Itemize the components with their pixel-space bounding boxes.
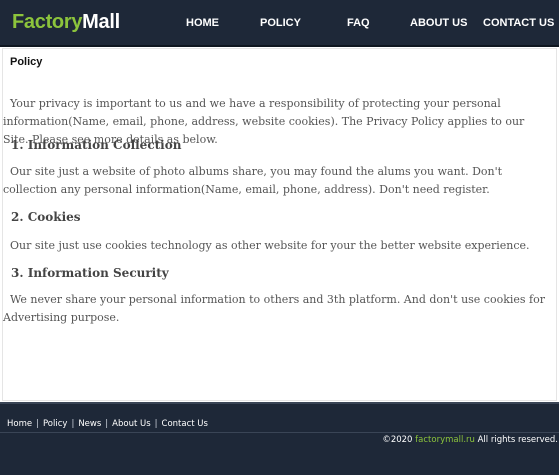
footer-separator: | (71, 419, 75, 429)
page-title: Policy (10, 56, 43, 68)
section-text-information-collection: Our site just a website of photo albums … (3, 165, 503, 196)
footer-separator: | (154, 419, 158, 429)
nav-policy[interactable]: POLICY (260, 17, 301, 29)
copyright-notice: ©2020 factorymall.ru All rights reserved… (382, 435, 558, 445)
footer-links: Home | Policy | News | About Us | Contact Us (7, 419, 208, 429)
copyright-year: ©2020 (382, 435, 413, 445)
nav-home[interactable]: HOME (186, 17, 219, 29)
section-heading-information-collection: 1. Information Collection (11, 138, 182, 152)
footer-link-home[interactable]: Home (7, 419, 32, 429)
main-nav: HOME POLICY FAQ ABOUT US CONTACT US (0, 17, 559, 31)
copyright-rights: All rights reserved. (477, 435, 558, 445)
site-footer: Home | Policy | News | About Us | Contact Us ©20… (0, 402, 559, 475)
copyright-site-link[interactable]: factorymall.ru (415, 435, 475, 445)
nav-faq[interactable]: FAQ (347, 17, 370, 29)
nav-contact-us[interactable]: CONTACT US (483, 17, 554, 29)
footer-link-news[interactable]: News (78, 419, 101, 429)
footer-separator: | (36, 419, 39, 429)
nav-about-us[interactable]: ABOUT US (410, 17, 467, 29)
footer-link-contact-us[interactable]: Contact Us (162, 419, 208, 429)
policy-card: Policy Your privacy is important to us a… (2, 48, 557, 401)
section-heading-information-security: 3. Information Security (11, 266, 169, 280)
site-header: FactoryMall HOME POLICY FAQ ABOUT US CON… (0, 0, 559, 47)
section-text-cookies: Our site just use cookies technology as … (10, 239, 530, 252)
section-text-information-security: We never share your personal information… (3, 293, 545, 324)
footer-link-about-us[interactable]: About Us (112, 419, 150, 429)
footer-link-policy[interactable]: Policy (43, 419, 67, 429)
section-heading-cookies: 2. Cookies (11, 210, 81, 224)
footer-divider (0, 432, 559, 433)
footer-separator: | (105, 419, 109, 429)
